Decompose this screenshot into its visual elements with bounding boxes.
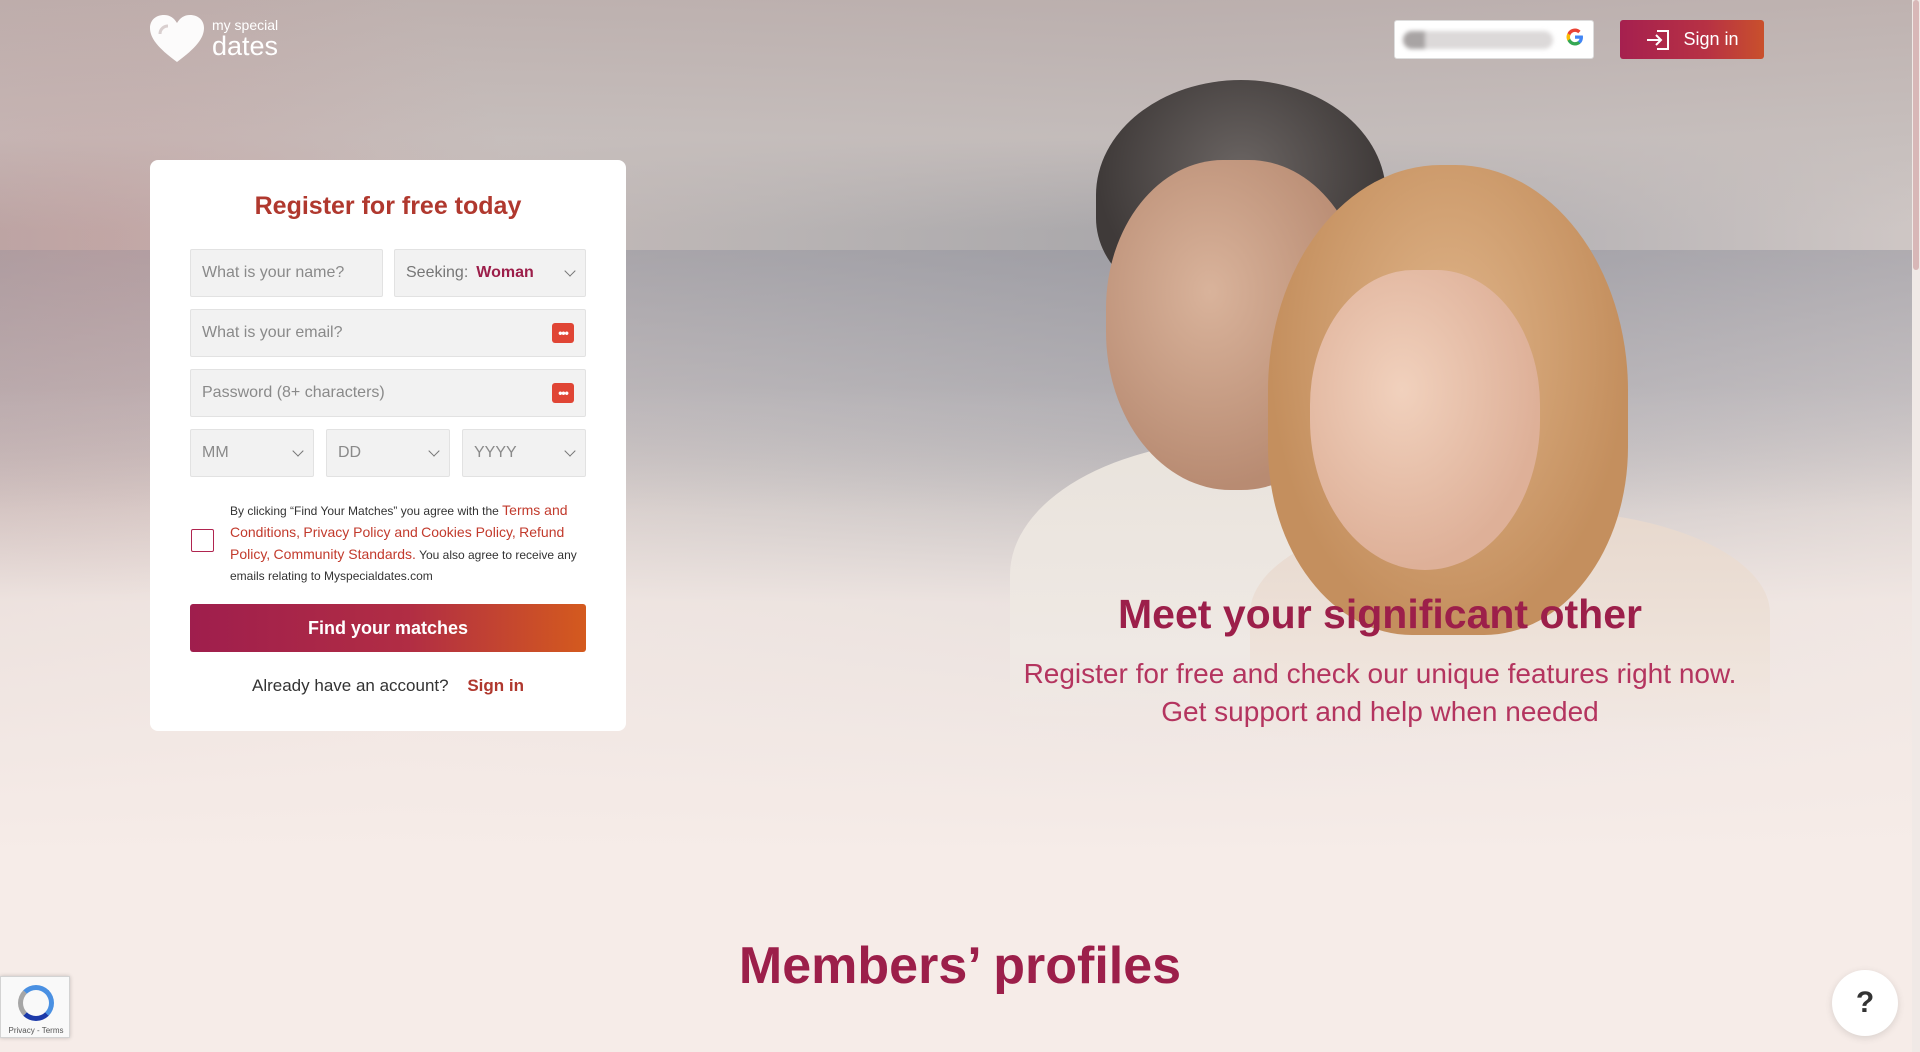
woman-face: [1310, 270, 1540, 570]
hero-subtitle: Register for free and check our unique f…: [990, 655, 1770, 731]
day-placeholder: DD: [338, 444, 362, 461]
year-placeholder: YYYY: [474, 444, 517, 461]
find-matches-button[interactable]: Find your matches: [190, 604, 586, 652]
google-signin-button[interactable]: [1394, 20, 1594, 59]
name-placeholder: What is your name?: [202, 264, 345, 281]
name-input[interactable]: What is your name?: [190, 249, 383, 297]
seeking-value: Woman: [476, 264, 534, 281]
hero-subtitle-line1: Register for free and check our unique f…: [1023, 658, 1737, 689]
privacy-link[interactable]: Privacy Policy and: [303, 524, 417, 540]
google-account-blurred: [1403, 30, 1553, 49]
header-signin-button[interactable]: Sign in: [1620, 20, 1764, 59]
hero-title: Meet your significant other: [1118, 591, 1642, 637]
brand-small: my special: [212, 17, 279, 33]
birth-year-select[interactable]: YYYY: [462, 429, 586, 477]
cookies-link[interactable]: Cookies Policy,: [421, 524, 516, 540]
terms-checkbox[interactable]: [191, 529, 214, 552]
community-link[interactable]: Community Standards.: [274, 546, 416, 562]
password-input[interactable]: Password (8+ characters) •••: [190, 369, 586, 417]
month-placeholder: MM: [202, 444, 229, 461]
members-title: Members’ profiles: [738, 937, 1182, 995]
birth-day-select[interactable]: DD: [326, 429, 450, 477]
google-icon: [1565, 27, 1585, 53]
password-manager-icon[interactable]: •••: [552, 383, 574, 403]
terms-prefix: By clicking “Find Your Matches” you agre…: [230, 504, 499, 518]
register-card: Register for free today What is your nam…: [150, 160, 626, 731]
seeking-select[interactable]: Seeking: Woman: [394, 249, 586, 297]
brand-name: my special dates: [212, 18, 278, 60]
chevron-down-icon: [292, 445, 304, 457]
email-placeholder: What is your email?: [202, 324, 343, 341]
help-button[interactable]: ?: [1832, 970, 1898, 1036]
chevron-down-icon: [564, 265, 576, 277]
seeking-label: Seeking:: [406, 264, 469, 281]
heart-icon: [148, 14, 206, 64]
register-title: Register for free today: [254, 192, 522, 220]
recaptcha-icon: [18, 985, 54, 1021]
brand-big: dates: [212, 31, 279, 61]
recaptcha-links[interactable]: Privacy - Terms: [1, 1026, 71, 1035]
terms-text: By clicking “Find Your Matches” you agre…: [230, 500, 590, 587]
already-account: Already have an account? Sign in: [150, 676, 626, 696]
brand-logo[interactable]: my special dates: [148, 14, 278, 64]
already-text: Already have an account?: [252, 676, 449, 695]
card-signin-link[interactable]: Sign in: [467, 676, 524, 695]
recaptcha-badge[interactable]: Privacy - Terms: [0, 976, 70, 1038]
scrollbar-thumb[interactable]: [1913, 0, 1919, 270]
birth-month-select[interactable]: MM: [190, 429, 314, 477]
chevron-down-icon: [564, 445, 576, 457]
chevron-down-icon: [428, 445, 440, 457]
hero-subtitle-line2: Get support and help when needed: [1161, 696, 1599, 727]
password-placeholder: Password (8+ characters): [202, 384, 385, 401]
header-signin-label: Sign in: [1683, 29, 1739, 49]
signin-icon: [1647, 29, 1670, 50]
password-manager-icon[interactable]: •••: [552, 323, 574, 343]
email-input[interactable]: What is your email? •••: [190, 309, 586, 357]
